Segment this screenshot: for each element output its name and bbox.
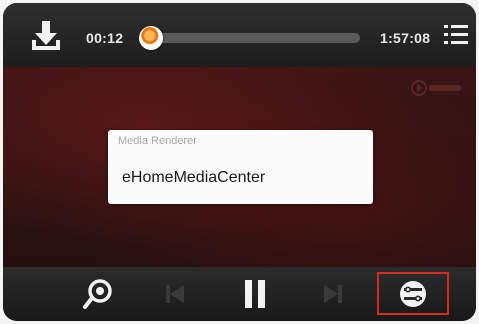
top-bar: 00:12 1:57:08: [3, 3, 476, 67]
total-time: 1:57:08: [380, 30, 431, 46]
renderer-device-item[interactable]: eHomeMediaCenter: [122, 169, 265, 187]
video-area[interactable]: Media Renderer eHomeMediaCenter: [3, 67, 476, 267]
pause-icon[interactable]: [238, 277, 272, 311]
media-renderer-icon: [400, 281, 426, 307]
push-play-icon[interactable]: [81, 277, 115, 311]
watermark-logo-icon: [411, 80, 461, 96]
dialog-title: Media Renderer: [118, 135, 197, 147]
playlist-icon[interactable]: [444, 23, 468, 47]
seek-bar[interactable]: [149, 33, 360, 43]
player-screen: 00:12 1:57:08 Media Renderer eHomeMediaC…: [3, 3, 476, 321]
download-icon[interactable]: [29, 19, 63, 53]
media-renderer-dialog: Media Renderer eHomeMediaCenter: [108, 130, 373, 204]
previous-track-icon[interactable]: [158, 277, 192, 311]
elapsed-time: 00:12: [86, 30, 124, 46]
bottom-controls: [3, 267, 476, 321]
media-renderer-button[interactable]: [377, 272, 449, 315]
next-track-icon[interactable]: [316, 277, 350, 311]
seek-thumb[interactable]: [139, 26, 163, 50]
